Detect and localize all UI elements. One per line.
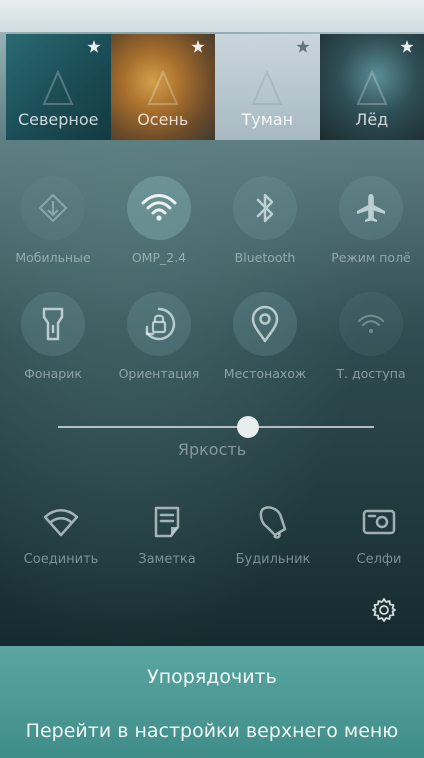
- note-icon: [154, 506, 180, 538]
- toggle-location[interactable]: Местонахож: [212, 292, 318, 381]
- ambience-label: Осень: [137, 110, 189, 129]
- star-icon[interactable]: [86, 40, 101, 54]
- sailfish-logo-icon: [42, 70, 74, 105]
- top-menu-settings-item[interactable]: Перейти в настройки верхнего меню: [0, 720, 424, 742]
- toggle-flashlight[interactable]: Фонарик: [0, 292, 106, 381]
- sailfish-logo-icon: [147, 70, 179, 105]
- star-icon[interactable]: [191, 40, 205, 54]
- ambience-tile-tuman[interactable]: Туман: [215, 34, 320, 140]
- sailfish-logo-icon: [251, 70, 283, 105]
- toggle-circle[interactable]: [127, 292, 191, 356]
- ambience-label: Лёд: [355, 110, 389, 129]
- shortcut-note[interactable]: Заметка: [114, 500, 220, 567]
- toggle-airplane[interactable]: Режим полё: [318, 176, 424, 265]
- toggle-label: Местонахож: [223, 366, 307, 381]
- brightness-label: Яркость: [177, 440, 247, 459]
- status-bar: [0, 0, 424, 32]
- ambience-label: Туман: [241, 110, 294, 129]
- toggle-label: Режим полё: [331, 250, 411, 265]
- shortcut-label: Соединить: [23, 552, 99, 567]
- brightness-slider-thumb[interactable]: [237, 416, 259, 438]
- toggle-circle[interactable]: [21, 292, 85, 356]
- ambience-tile-osen[interactable]: Осень: [110, 34, 215, 140]
- toggle-circle[interactable]: [233, 292, 297, 356]
- mobile-data-icon: [38, 193, 68, 223]
- ambience-tile-severnoe[interactable]: Северное: [6, 34, 111, 140]
- toggle-label: Ориентация: [118, 366, 200, 381]
- arrange-menu-item[interactable]: Упорядочить: [0, 666, 424, 688]
- orientation-lock-icon: [145, 307, 176, 341]
- wifi-icon: [141, 194, 177, 221]
- location-pin-icon: [251, 305, 279, 343]
- toggle-label: OMP_2.4: [131, 250, 187, 265]
- camera-icon: [362, 509, 396, 535]
- bluetooth-icon: [256, 193, 274, 223]
- toggle-bluetooth[interactable]: Bluetooth: [212, 176, 318, 265]
- toggle-label: Фонарик: [24, 366, 82, 381]
- toggle-circle[interactable]: [339, 176, 403, 240]
- sailfish-logo-icon: [356, 70, 388, 105]
- settings-gear-icon[interactable]: [371, 597, 397, 623]
- toggle-circle[interactable]: [339, 292, 403, 356]
- star-icon[interactable]: [400, 40, 414, 54]
- shortcut-label: Заметка: [138, 552, 196, 567]
- pulley-menu: Упорядочить Перейти в настройки верхнего…: [0, 646, 424, 758]
- hotspot-icon: [358, 314, 384, 333]
- toggle-label: Т. доступа: [336, 366, 406, 381]
- ambience-tile-lyod[interactable]: Лёд: [319, 34, 424, 140]
- toggle-circle[interactable]: [233, 176, 297, 240]
- quick-toggles-row-1: Мобильные OMP_2.4 Bluetooth Режим полё: [0, 176, 424, 265]
- wifi-connect-icon: [43, 509, 79, 537]
- ambience-label: Северное: [17, 110, 99, 129]
- shortcuts-row: Соединить Заметка Будильник Селфи: [8, 500, 424, 567]
- flashlight-icon: [42, 307, 64, 341]
- shortcut-selfie[interactable]: Селфи: [326, 500, 424, 567]
- toggle-label: Bluetooth: [234, 250, 296, 265]
- shortcut-alarm[interactable]: Будильник: [220, 500, 326, 567]
- brightness-slider[interactable]: [58, 416, 374, 438]
- star-icon[interactable]: [295, 40, 310, 54]
- alarm-bell-icon: [259, 506, 287, 539]
- shortcut-connect[interactable]: Соединить: [8, 500, 114, 567]
- ambience-row: Северное Осень Туман Лёд: [6, 34, 424, 140]
- toggle-mobile-data[interactable]: Мобильные: [0, 176, 106, 265]
- toggle-orientation[interactable]: Ориентация: [106, 292, 212, 381]
- toggle-label: Мобильные: [15, 250, 91, 265]
- quick-toggles-row-2: Фонарик Ориентация Местонахож Т. доступа: [0, 292, 424, 381]
- toggle-wifi[interactable]: OMP_2.4: [106, 176, 212, 265]
- toggle-circle[interactable]: [127, 176, 191, 240]
- shortcut-label: Селфи: [356, 552, 402, 567]
- toggle-circle[interactable]: [21, 176, 85, 240]
- toggle-hotspot[interactable]: Т. доступа: [318, 292, 424, 381]
- shortcut-label: Будильник: [235, 552, 311, 567]
- airplane-icon: [357, 194, 385, 222]
